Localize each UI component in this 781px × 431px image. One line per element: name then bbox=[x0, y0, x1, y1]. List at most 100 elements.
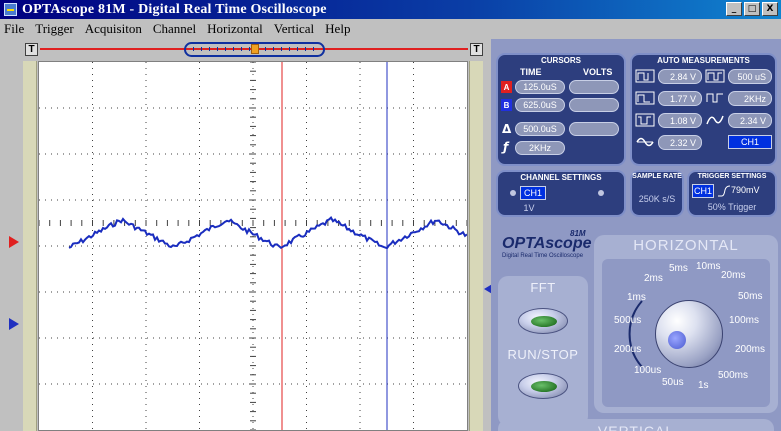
graticule bbox=[38, 61, 468, 431]
pulse-amplitude-icon bbox=[635, 69, 655, 83]
channel-settings-title: CHANNEL SETTINGS bbox=[520, 173, 602, 182]
trigger-level-value: 790mV bbox=[731, 185, 760, 195]
rms-icon bbox=[636, 137, 654, 147]
measurement-value: 500 uS bbox=[728, 69, 772, 84]
window-title: OPTAscope 81M - Digital Real Time Oscill… bbox=[22, 1, 327, 17]
menu-acquisition[interactable]: Acquisiton bbox=[85, 21, 142, 37]
auto-measurements-title: AUTO MEASUREMENTS bbox=[657, 56, 750, 65]
frequency-icon: ƒ bbox=[503, 140, 509, 154]
trigger-channel-select[interactable]: CH1 bbox=[692, 184, 714, 198]
waveform-svg bbox=[38, 61, 468, 431]
timebase-option[interactable]: 5ms bbox=[669, 263, 688, 274]
measurement-value: 2KHz bbox=[728, 91, 772, 106]
menu-horizontal[interactable]: Horizontal bbox=[207, 21, 263, 37]
waveform-trace bbox=[68, 215, 468, 250]
action-buttons-column: FFT RUN/STOP bbox=[498, 276, 588, 426]
fft-label: FFT bbox=[530, 280, 556, 295]
vertical-panel: VERTICAL bbox=[498, 419, 774, 431]
pulse-width-icon bbox=[705, 69, 725, 83]
right-trigger-button[interactable]: T bbox=[470, 43, 483, 56]
channel-indicator-icon bbox=[510, 190, 516, 196]
timebase-option[interactable]: 500ms bbox=[718, 370, 748, 381]
rising-edge-icon bbox=[718, 185, 731, 197]
logo-model: 81M bbox=[570, 229, 586, 238]
trigger-position-marker[interactable] bbox=[251, 44, 259, 54]
vertical-title: VERTICAL bbox=[597, 423, 675, 431]
window-controls: _ □ X bbox=[726, 2, 778, 16]
cursor-delta-volts bbox=[569, 122, 619, 136]
trigger-percent: 50% Trigger bbox=[707, 202, 757, 212]
maximize-button[interactable]: □ bbox=[744, 2, 760, 16]
menu-help[interactable]: Help bbox=[325, 21, 350, 37]
logo-tagline: Digital Real Time Oscilloscope bbox=[502, 253, 584, 259]
timebase-option[interactable]: 500us bbox=[614, 315, 641, 326]
menu-bar: File Trigger Acquisiton Channel Horizont… bbox=[0, 19, 781, 39]
logo-name: OPTAscope bbox=[502, 235, 592, 252]
app-icon bbox=[4, 3, 17, 16]
trigger-level-marker-icon[interactable] bbox=[9, 236, 19, 248]
close-button[interactable]: X bbox=[762, 2, 778, 16]
pulse-low-icon bbox=[635, 113, 655, 127]
measurement-value: 1.77 V bbox=[658, 91, 702, 106]
timebase-option[interactable]: 10ms bbox=[696, 261, 720, 272]
timebase-option[interactable]: 200ms bbox=[735, 344, 765, 355]
delta-icon: Δ bbox=[502, 122, 512, 136]
timebase-option[interactable]: 1s bbox=[698, 380, 709, 391]
measurement-value: 2.32 V bbox=[658, 135, 702, 150]
channel-2-indicator-icon bbox=[598, 190, 604, 196]
timebase-option[interactable]: 2ms bbox=[644, 273, 663, 284]
sample-rate-panel: SAMPLE RATE 250K s/S bbox=[630, 170, 684, 217]
timebase-option[interactable]: 20ms bbox=[721, 270, 745, 281]
timebase-option[interactable]: 50ms bbox=[738, 291, 762, 302]
title-bar: OPTAscope 81M - Digital Real Time Oscill… bbox=[0, 0, 781, 19]
channel-offset-marker-icon[interactable] bbox=[9, 318, 19, 330]
volts-header: VOLTS bbox=[583, 67, 613, 77]
measurement-value: 1.08 V bbox=[658, 113, 702, 128]
peak-peak-icon bbox=[706, 115, 724, 125]
measurement-value: 2.84 V bbox=[658, 69, 702, 84]
sample-rate-title: SAMPLE RATE bbox=[632, 173, 682, 180]
minimize-button[interactable]: _ bbox=[726, 2, 742, 16]
auto-measurements-panel: AUTO MEASUREMENTS 2.84 V 500 uS 1.77 V 2… bbox=[630, 53, 777, 166]
trigger-settings-title: TRIGGER SETTINGS bbox=[697, 173, 767, 180]
cursor-frequency: 2KHz bbox=[515, 141, 565, 155]
cursor-b-tag: B bbox=[501, 99, 512, 111]
waveform-display[interactable] bbox=[38, 61, 468, 431]
menu-channel[interactable]: Channel bbox=[153, 21, 196, 37]
sample-rate-value: 250K s/S bbox=[638, 194, 676, 204]
menu-trigger[interactable]: Trigger bbox=[35, 21, 74, 37]
channel-settings-panel: CHANNEL SETTINGS CH1 1V bbox=[496, 170, 626, 217]
trigger-settings-panel: TRIGGER SETTINGS CH1 790mV 50% Trigger bbox=[687, 170, 777, 217]
trigger-position-bar: T T bbox=[0, 39, 491, 61]
cursor-a-tag: A bbox=[501, 81, 512, 93]
pulse-high-icon bbox=[635, 91, 655, 105]
run-stop-label: RUN/STOP bbox=[507, 347, 579, 362]
timebase-option[interactable]: 100ms bbox=[729, 315, 759, 326]
menu-file[interactable]: File bbox=[4, 21, 24, 37]
time-header: TIME bbox=[520, 67, 542, 77]
timebase-knob[interactable] bbox=[655, 300, 723, 368]
channel-select-button[interactable]: CH1 bbox=[520, 186, 546, 200]
cursor-delta-time: 500.0uS bbox=[515, 122, 565, 136]
menu-vertical[interactable]: Vertical bbox=[274, 21, 314, 37]
cursor-a-time: 125.0uS bbox=[515, 80, 565, 94]
timebase-option[interactable]: 200us bbox=[614, 344, 641, 355]
control-panel: CURSORS TIME VOLTS A 125.0uS B 625.0uS Δ… bbox=[491, 39, 781, 431]
timebase-option[interactable]: 1ms bbox=[627, 292, 646, 303]
measurement-channel-select[interactable]: CH1 bbox=[728, 135, 772, 149]
left-scale-rail bbox=[23, 61, 37, 431]
cursor-b-time: 625.0uS bbox=[515, 98, 565, 112]
brand-logo: OPTAscope 81M Digital Real Time Oscillos… bbox=[502, 229, 602, 259]
run-stop-button[interactable] bbox=[518, 373, 568, 399]
knob-indicator-icon bbox=[668, 331, 686, 349]
timebase-option[interactable]: 100us bbox=[634, 365, 661, 376]
cursor-b-volts bbox=[569, 98, 619, 112]
frequency-icon bbox=[706, 93, 723, 103]
left-trigger-button[interactable]: T bbox=[25, 43, 38, 56]
cursor-a-volts bbox=[569, 80, 619, 94]
horizontal-title: HORIZONTAL bbox=[633, 237, 739, 254]
timebase-option[interactable]: 50us bbox=[662, 377, 684, 388]
scope-pane: T T bbox=[0, 39, 494, 431]
right-scale-rail bbox=[469, 61, 483, 431]
fft-button[interactable] bbox=[518, 308, 568, 334]
